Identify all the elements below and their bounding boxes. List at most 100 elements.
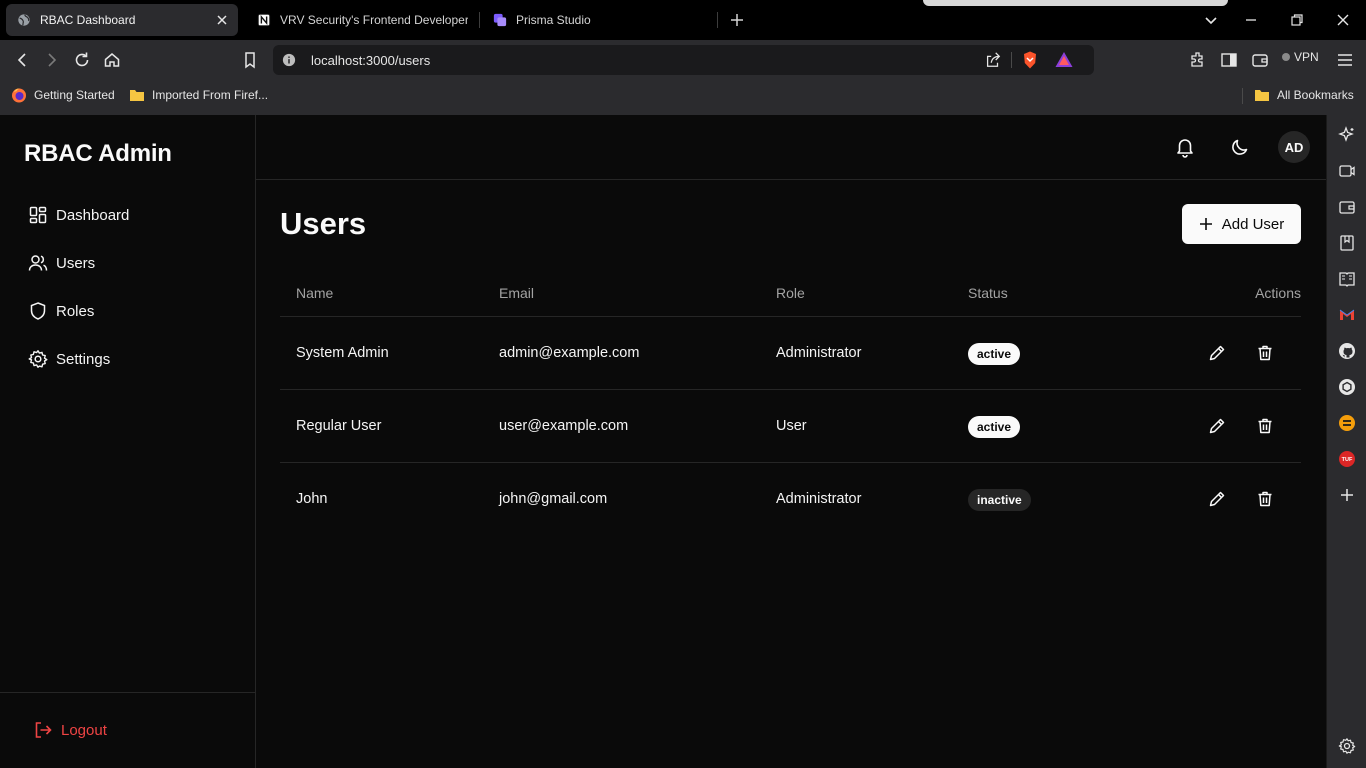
svg-text:TUF: TUF [1342, 457, 1353, 463]
tab-separator [717, 12, 718, 28]
back-icon[interactable] [12, 50, 32, 70]
edit-icon[interactable] [1208, 490, 1226, 508]
user-email: user@example.com [499, 418, 629, 434]
tab-title: VRV Security's Frontend Developer I [280, 13, 468, 27]
logout-label: Logout [61, 721, 107, 739]
vpn-label: VPN [1294, 50, 1319, 64]
sidebar-item-label: Settings [56, 350, 111, 368]
sidebar-item-dashboard[interactable]: Dashboard [28, 205, 129, 225]
edit-icon[interactable] [1208, 417, 1226, 435]
tab-hover-preview [923, 0, 1228, 6]
new-tab-icon[interactable] [727, 10, 747, 30]
tuf-icon[interactable]: TUF [1338, 450, 1356, 468]
close-icon[interactable] [214, 12, 230, 28]
user-email: john@gmail.com [499, 491, 608, 507]
dashboard-icon [29, 206, 47, 224]
user-name: Regular User [296, 418, 382, 434]
user-role: Administrator [776, 345, 862, 361]
trash-icon[interactable] [1256, 490, 1274, 508]
github-icon[interactable] [1338, 342, 1356, 360]
sidebar-item-users[interactable]: Users [28, 253, 95, 273]
vpn-status-dot [1282, 53, 1290, 61]
plus-icon[interactable] [1338, 486, 1356, 504]
share-icon[interactable] [984, 51, 1002, 69]
gmail-icon[interactable] [1338, 306, 1356, 324]
brave-rewards-icon[interactable] [1054, 50, 1074, 70]
sidebar-item-settings[interactable]: Settings [28, 349, 110, 369]
reload-icon[interactable] [72, 50, 92, 70]
user-name: John [296, 491, 328, 507]
chatgpt-icon[interactable] [1338, 378, 1356, 396]
close-window-icon[interactable] [1333, 10, 1353, 30]
extensions-icon[interactable] [1188, 50, 1208, 70]
user-role: User [776, 418, 807, 434]
all-bookmarks[interactable]: All Bookmarks [1254, 87, 1354, 103]
trash-icon[interactable] [1256, 417, 1274, 435]
all-bookmarks-label: All Bookmarks [1277, 88, 1354, 102]
address-bar[interactable]: localhost:3000/users [273, 45, 1094, 75]
top-header: AD [256, 115, 1326, 180]
table-row: System Admin admin@example.com Administr… [280, 317, 1301, 390]
bookmark-getting-started[interactable]: Getting Started [11, 87, 115, 103]
divider [1011, 52, 1012, 68]
app-root: RBAC Admin Dashboard Users Roles Setting… [0, 115, 1326, 768]
bookmark-icon[interactable] [240, 50, 260, 70]
home-icon[interactable] [102, 50, 122, 70]
bookmark-label: Imported From Firef... [152, 88, 269, 102]
table-row: Regular User user@example.com User activ… [280, 390, 1301, 463]
leo-ai-icon[interactable] [1338, 126, 1356, 144]
gear-icon[interactable] [1338, 737, 1356, 755]
sidebar-toggle-icon[interactable] [1219, 50, 1239, 70]
column-header-status: Status [968, 285, 1008, 301]
users-icon [28, 255, 48, 271]
column-header-role: Role [776, 285, 805, 301]
plus-icon [1199, 218, 1212, 230]
trash-icon[interactable] [1256, 344, 1274, 362]
bookmarks-panel-icon[interactable] [1338, 234, 1356, 252]
edit-icon[interactable] [1208, 344, 1226, 362]
tab-rbac-dashboard[interactable]: RBAC Dashboard [6, 4, 238, 36]
avatar[interactable]: AD [1278, 131, 1310, 163]
bookmark-imported-folder[interactable]: Imported From Firef... [129, 87, 268, 103]
vpn-button[interactable]: VPN [1282, 50, 1319, 64]
playlist-icon[interactable] [1338, 162, 1356, 180]
firefox-icon [12, 88, 26, 103]
reading-list-icon[interactable] [1338, 270, 1356, 288]
chevron-down-icon[interactable] [1201, 10, 1221, 30]
tab-prisma-studio[interactable]: Prisma Studio [482, 4, 714, 36]
status-badge: active [968, 416, 1021, 438]
add-user-button[interactable]: Add User [1182, 204, 1301, 244]
sidebar-item-label: Roles [56, 302, 95, 320]
info-icon[interactable] [282, 53, 296, 67]
minimize-icon[interactable] [1241, 10, 1261, 30]
shield-icon [30, 302, 46, 320]
column-header-name: Name [296, 285, 334, 301]
browser-side-panel: TUF [1326, 115, 1366, 768]
restore-icon[interactable] [1287, 10, 1307, 30]
users-table: Name Email Role Status Actions System Ad… [280, 272, 1301, 536]
column-header-email: Email [499, 285, 535, 301]
prisma-icon [493, 13, 507, 27]
moon-icon[interactable] [1229, 136, 1251, 158]
browser-tab-bar: RBAC Dashboard VRV Security's Frontend D… [0, 0, 1366, 40]
extension-icon[interactable] [1338, 414, 1356, 432]
bell-icon[interactable] [1174, 136, 1196, 158]
wallet-icon[interactable] [1338, 198, 1356, 216]
divider [1242, 88, 1243, 104]
column-header-actions: Actions [1255, 285, 1301, 301]
tab-vrv-security[interactable]: VRV Security's Frontend Developer I [246, 4, 468, 36]
menu-icon[interactable] [1335, 50, 1355, 70]
tab-separator [479, 12, 480, 28]
wallet-icon[interactable] [1250, 50, 1270, 70]
sidebar-item-roles[interactable]: Roles [28, 301, 94, 321]
folder-icon [130, 90, 144, 101]
bookmarks-bar: Getting Started Imported From Firef... A… [0, 80, 1366, 110]
user-name: System Admin [296, 345, 389, 361]
tab-title: Prisma Studio [516, 13, 591, 27]
forward-icon[interactable] [42, 50, 62, 70]
status-badge: active [968, 343, 1021, 365]
user-email: admin@example.com [499, 345, 640, 361]
sidebar-item-label: Users [56, 254, 96, 272]
logout-button[interactable]: Logout [33, 720, 107, 740]
brave-shield-icon[interactable] [1020, 50, 1040, 70]
